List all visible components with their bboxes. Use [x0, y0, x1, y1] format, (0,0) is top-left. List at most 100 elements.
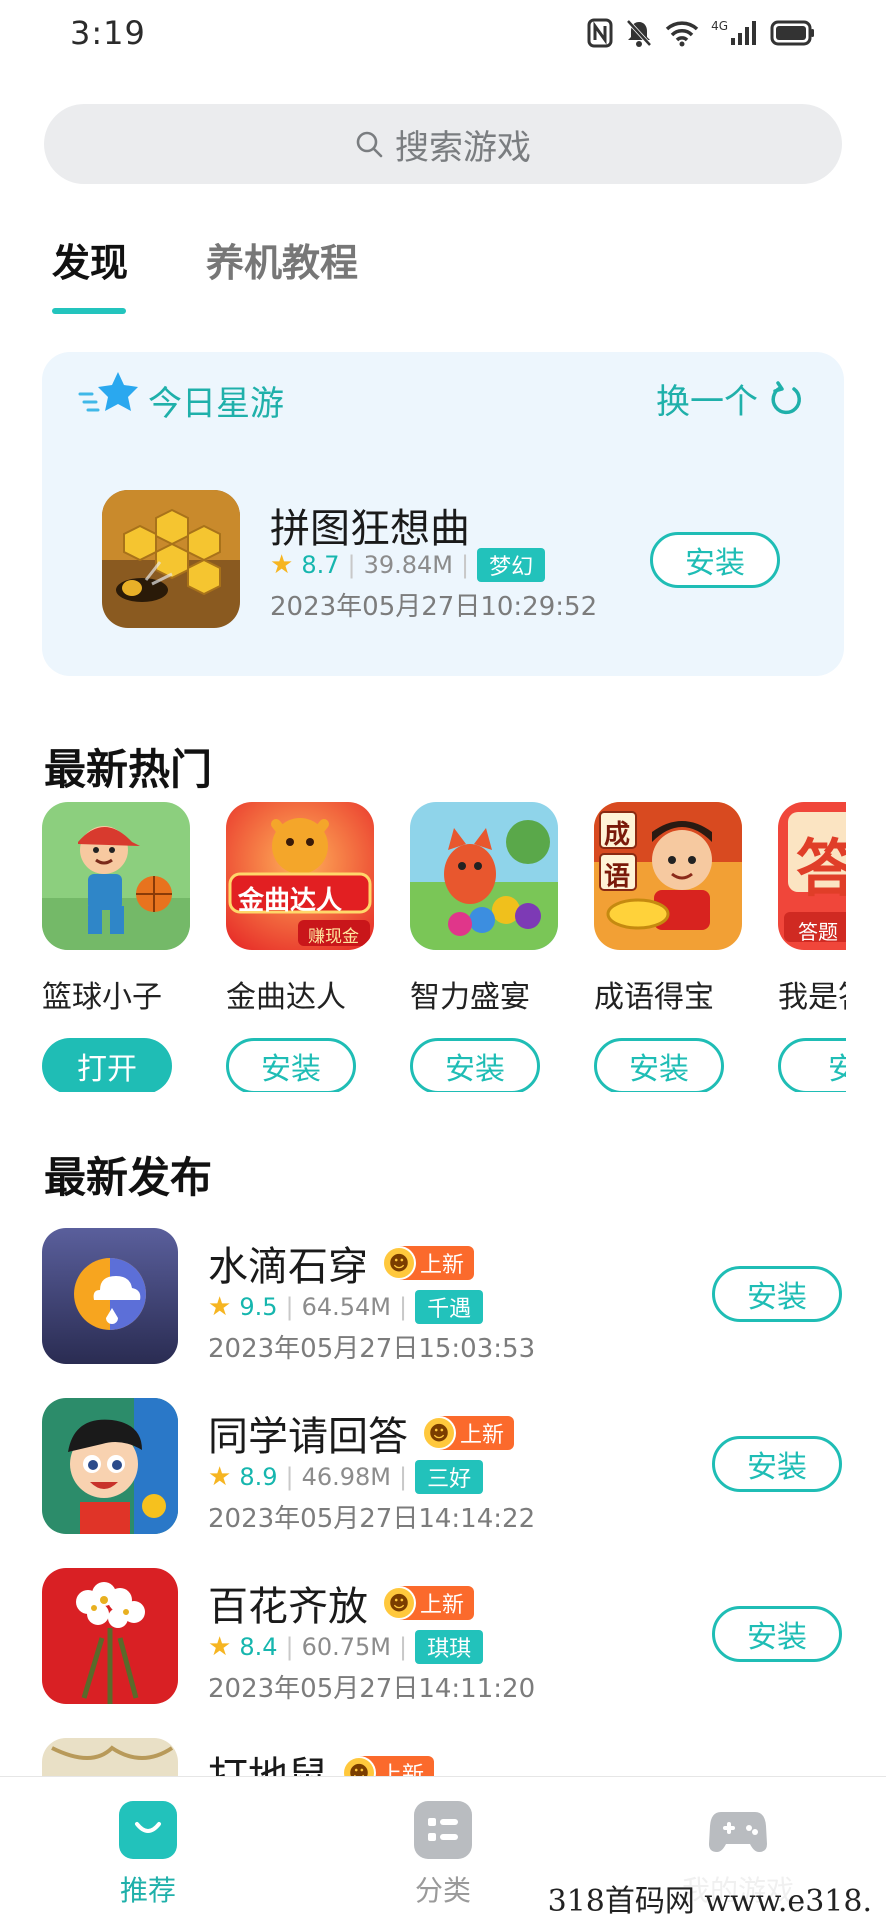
- new-badge-label: 上新: [420, 1593, 465, 1618]
- tab-active-indicator: [52, 308, 126, 314]
- hot-carousel[interactable]: 篮球小子 打开 金曲达人 赚现金 金曲达人 安装 智力盛宴 安装 成 语 成语得…: [0, 802, 846, 1092]
- search-placeholder: 搜索游戏: [395, 127, 531, 168]
- separator: |: [461, 551, 470, 579]
- install-button[interactable]: 安装: [712, 1266, 842, 1322]
- laugh-emoji-icon: ☻: [422, 1416, 456, 1450]
- hot-icon-text: 语: [604, 862, 631, 892]
- tab-discover[interactable]: 发现: [52, 232, 128, 287]
- hot-app-name[interactable]: 智力盛宴: [410, 972, 560, 1016]
- tab-tutorial[interactable]: 养机教程: [206, 232, 358, 287]
- laugh-emoji-icon: ☻: [382, 1246, 416, 1280]
- nfc-icon: [587, 18, 613, 48]
- hot-app-name[interactable]: 金曲达人: [226, 972, 376, 1016]
- battery-icon: [770, 20, 814, 46]
- separator: |: [285, 1463, 294, 1491]
- separator: |: [347, 551, 356, 579]
- wifi-icon: [665, 21, 699, 47]
- rating: 8.7: [301, 551, 340, 579]
- new-badge-label: 上新: [420, 1253, 465, 1278]
- nav-recommend[interactable]: 推荐: [68, 1801, 228, 1909]
- install-button[interactable]: 安: [778, 1038, 846, 1092]
- install-button[interactable]: 安装: [712, 1606, 842, 1662]
- new-badge-label: 上新: [460, 1423, 505, 1448]
- hot-icon-subtext: 答题: [798, 920, 838, 944]
- new-badge: ☻ 上新: [422, 1416, 515, 1450]
- rating-star-icon: ★: [208, 1632, 232, 1662]
- featured-title: 今日星游: [148, 384, 284, 424]
- tag: 千遇: [415, 1290, 484, 1324]
- list-app-name[interactable]: 百花齐放: [208, 1574, 368, 1632]
- hot-item[interactable]: 篮球小子 打开: [42, 802, 192, 1092]
- rating-star-icon: ★: [270, 550, 294, 580]
- size: 64.54M: [301, 1293, 391, 1321]
- nav-label: 分类: [414, 1874, 471, 1907]
- hot-app-name[interactable]: 成语得宝: [594, 972, 744, 1016]
- list-app-name-row: 水滴石穿 ☻ 上新: [208, 1234, 475, 1292]
- separator: |: [285, 1633, 294, 1661]
- separator: |: [399, 1293, 408, 1321]
- signal-icon: [731, 21, 756, 45]
- featured-app-name[interactable]: 拼图狂想曲: [270, 496, 470, 554]
- open-button[interactable]: 打开: [42, 1038, 172, 1092]
- hot-app-icon[interactable]: 金曲达人 赚现金: [226, 802, 374, 950]
- list-app-meta: ★ 8.4 | 60.75M | 琪琪: [208, 1630, 484, 1664]
- list-app-name[interactable]: 水滴石穿: [208, 1234, 368, 1292]
- separator: |: [285, 1293, 294, 1321]
- list-app-date: 2023年05月27日14:14:22: [208, 1504, 536, 1534]
- hot-app-name[interactable]: 篮球小子: [42, 972, 192, 1016]
- hot-app-name[interactable]: 我是答: [778, 972, 846, 1016]
- hot-app-icon[interactable]: 答 答题: [778, 802, 846, 950]
- hot-section-title: 最新热门: [44, 745, 213, 794]
- search-bar[interactable]: 搜索游戏: [44, 104, 842, 184]
- install-button[interactable]: 安装: [226, 1038, 356, 1092]
- list-app-icon[interactable]: [42, 1228, 178, 1364]
- list-item[interactable]: 水滴石穿 ☻ 上新 ★ 9.5 | 64.54M | 千遇 2023年05月27…: [0, 1228, 886, 1378]
- featured-app-date: 2023年05月27日10:29:52: [270, 592, 598, 622]
- list-item[interactable]: 同学请回答 ☻ 上新 ★ 8.9 | 46.98M | 三好 2023年05月2…: [0, 1398, 886, 1548]
- rating: 8.4: [239, 1633, 278, 1661]
- featured-install-button[interactable]: 安装: [650, 532, 780, 588]
- list-app-name-row: 同学请回答 ☻ 上新: [208, 1404, 515, 1462]
- rating: 9.5: [239, 1293, 278, 1321]
- nav-label: 推荐: [119, 1874, 176, 1907]
- list-app-date: 2023年05月27日15:03:53: [208, 1334, 536, 1364]
- hot-app-icon[interactable]: 成 语: [594, 802, 742, 950]
- search-icon: [356, 131, 383, 158]
- gamepad-icon: [709, 1801, 767, 1859]
- hot-item[interactable]: 答 答题 我是答 安: [778, 802, 846, 1092]
- list-item[interactable]: 百花齐放 ☻ 上新 ★ 8.4 | 60.75M | 琪琪 2023年05月27…: [0, 1568, 886, 1718]
- latest-section-title: 最新发布: [44, 1153, 213, 1202]
- category-icon: [414, 1801, 472, 1859]
- hot-app-icon[interactable]: [42, 802, 190, 950]
- featured-app-meta: ★ 8.7 | 39.84M | 梦幻: [270, 548, 546, 582]
- list-app-icon[interactable]: [42, 1568, 178, 1704]
- refresh-label: 换一个: [656, 382, 758, 422]
- status-time: 3:19: [70, 14, 146, 52]
- install-button[interactable]: 安装: [594, 1038, 724, 1092]
- install-button[interactable]: 安装: [410, 1038, 540, 1092]
- list-app-name[interactable]: 同学请回答: [208, 1404, 408, 1462]
- rating: 8.9: [239, 1463, 278, 1491]
- hot-item[interactable]: 金曲达人 赚现金 金曲达人 安装: [226, 802, 376, 1092]
- hot-icon-subtext: 赚现金: [308, 927, 359, 947]
- install-button[interactable]: 安装: [712, 1436, 842, 1492]
- recommend-icon: [119, 1801, 177, 1859]
- list-app-icon[interactable]: [42, 1398, 178, 1534]
- size: 39.84M: [363, 551, 453, 579]
- tag: 梦幻: [477, 548, 546, 582]
- size: 46.98M: [301, 1463, 391, 1491]
- nav-category[interactable]: 分类: [363, 1801, 523, 1909]
- hot-app-icon[interactable]: [410, 802, 558, 950]
- status-icons: 4G: [587, 18, 816, 48]
- separator: |: [399, 1463, 408, 1491]
- hot-item[interactable]: 智力盛宴 安装: [410, 802, 560, 1092]
- list-app-date: 2023年05月27日14:11:20: [208, 1674, 536, 1704]
- size: 60.75M: [301, 1633, 391, 1661]
- new-badge: ☻ 上新: [382, 1246, 475, 1280]
- hot-item[interactable]: 成 语 成语得宝 安装: [594, 802, 744, 1092]
- tag: 三好: [415, 1460, 484, 1494]
- featured-app-icon[interactable]: [102, 490, 240, 628]
- refresh-button[interactable]: 换一个: [656, 374, 804, 423]
- separator: |: [399, 1633, 408, 1661]
- list-app-meta: ★ 9.5 | 64.54M | 千遇: [208, 1290, 484, 1324]
